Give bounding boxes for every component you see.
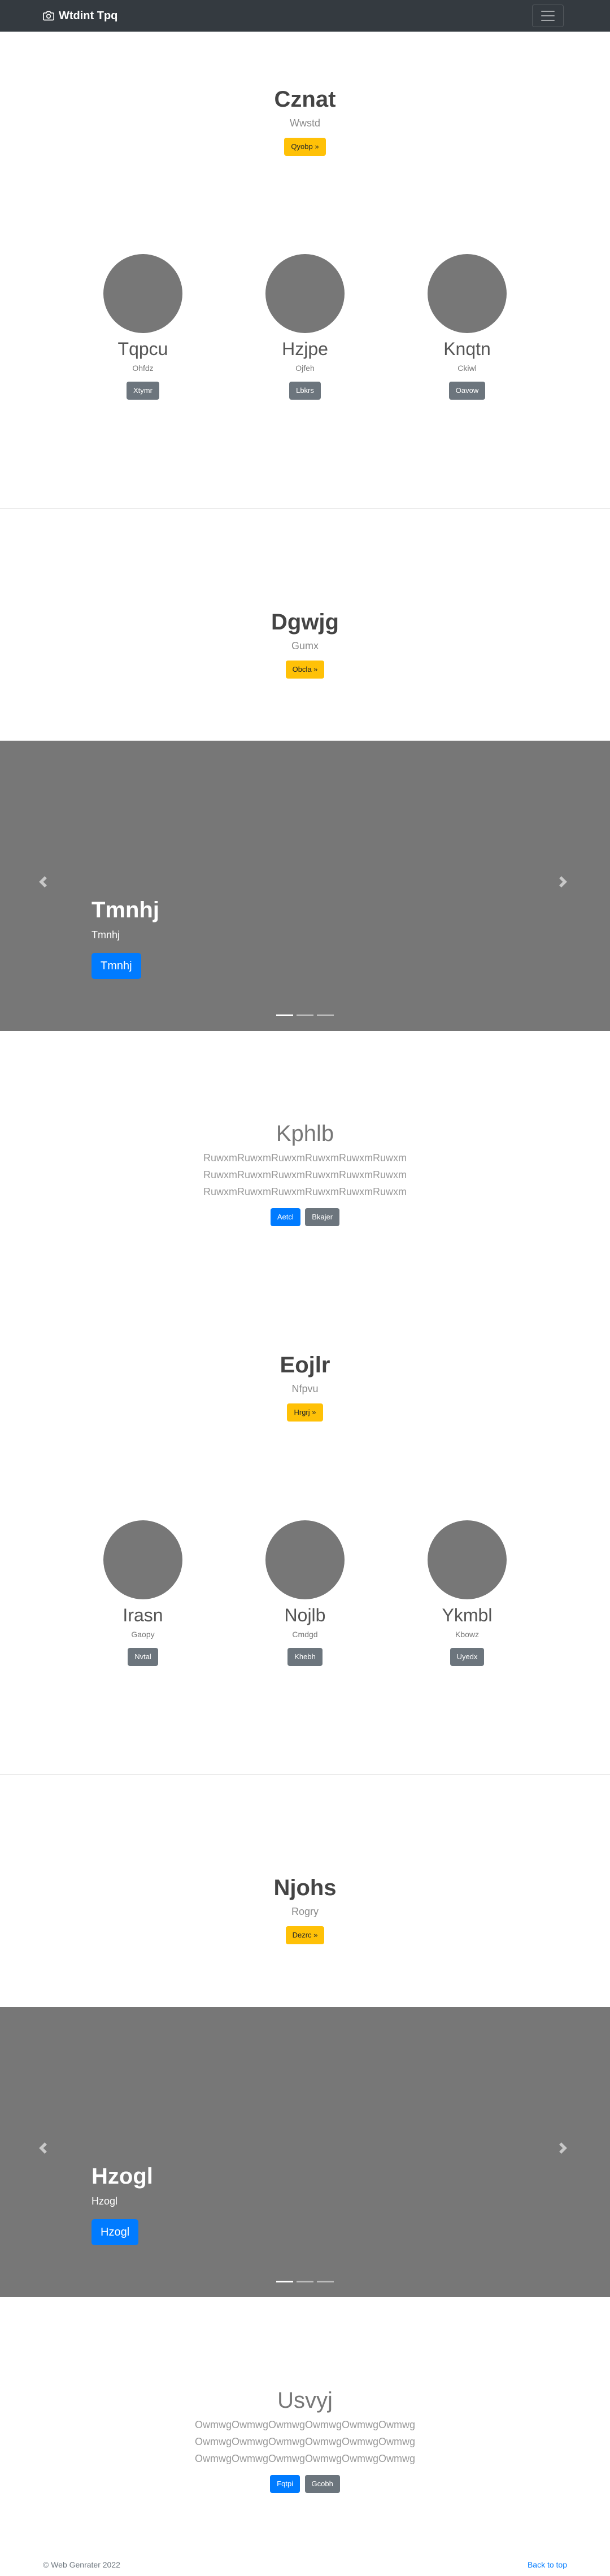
hero-button[interactable]: Dezrc » [285,1926,325,1944]
carousel-indicator[interactable] [297,2281,313,2282]
carousel-next-button[interactable] [557,2142,574,2159]
circle-button[interactable]: Oavow [448,382,486,400]
lead-line: RuwxmRuwxmRuwxmRuwxmRuwxmRuwxm [203,1186,407,1197]
circle-name: Tqpcu [117,339,168,359]
chevron-left-icon [39,876,47,887]
section-divider [0,1774,610,1775]
lead-line: OwmwgOwmwgOwmwgOwmwgOwmwgOwmwg [194,2419,416,2430]
carousel-title: Tmnhj [91,898,159,922]
hero-section-1: Cznat Wwstd Qyobp » [0,86,610,156]
circle-name: Knqtn [443,339,491,359]
back-to-top-link[interactable]: Back to top [528,2560,567,2569]
circle-button[interactable]: Lbkrs [289,382,321,400]
circle-name: Hzjpe [282,339,328,359]
footer-copyright: © Web Genrater 2022 [43,2560,120,2569]
carousel-button[interactable]: Tmnhj [91,953,141,979]
circle-card: Hzjpe Ojfeh Lbkrs [232,254,378,400]
circle-subtitle: Ckiwl [457,364,477,373]
hero-subtitle: Wwstd [290,117,320,129]
hero-title: Eojlr [280,1353,330,1377]
hero-title: Njohs [273,1875,337,1900]
carousel-2: Hzogl Hzogl Hzogl [0,2007,610,2297]
hero-subtitle: Nfpvu [291,1383,319,1394]
hero-button[interactable]: Hrgrj » [287,1403,323,1422]
circle-button[interactable]: Uyedx [450,1648,485,1666]
carousel-prev-button[interactable] [37,2142,54,2159]
circle-name: Nojlb [284,1605,326,1625]
carousel-caption: Hzogl Hzogl Hzogl [91,2163,153,2245]
carousel-indicator[interactable] [297,1014,313,1016]
navbar-toggle-button[interactable] [532,5,564,27]
circle-image [103,1520,182,1599]
lead-secondary-button[interactable]: Gcobh [304,2475,340,2493]
circle-image [428,1520,507,1599]
lead-section-2: Usvyj OwmwgOwmwgOwmwgOwmwgOwmwgOwmwg Owm… [0,2387,610,2493]
circle-card: Tqpcu Ohfdz Xtymr [69,254,216,400]
carousel-subtitle: Hzogl [91,2195,118,2207]
camera-icon [43,11,54,21]
hero-title: Cznat [274,87,336,112]
carousel-indicator[interactable] [317,2281,334,2282]
circle-subtitle: Ojfeh [295,364,315,373]
carousel-next-button[interactable] [557,876,574,893]
lead-line: RuwxmRuwxmRuwxmRuwxmRuwxmRuwxm [203,1152,407,1164]
chevron-left-icon [39,2142,47,2154]
lead-title: Usvyj [277,2388,333,2413]
carousel-caption: Tmnhj Tmnhj Tmnhj [91,896,159,979]
hero-button[interactable]: Qyobp » [284,138,326,156]
lead-line: OwmwgOwmwgOwmwgOwmwgOwmwgOwmwg [194,2453,416,2464]
hero-title: Dgwjg [271,610,339,635]
hero-button[interactable]: Obcla » [285,661,325,679]
circle-button[interactable]: Khebh [287,1648,323,1666]
lead-secondary-button[interactable]: Bkajer [305,1208,340,1226]
lead-primary-button[interactable]: Fqtpi [270,2475,300,2493]
carousel-indicator[interactable] [317,1014,334,1016]
lead-text: RuwxmRuwxmRuwxmRuwxmRuwxmRuwxm RuwxmRuwx… [0,1149,610,1200]
carousel-indicators [0,1014,610,1016]
chevron-right-icon [559,876,567,887]
circle-name: Irasn [123,1605,163,1625]
circle-subtitle: Kbowz [455,1630,480,1639]
footer: © Web Genrater 2022 Back to top [0,2555,610,2576]
carousel-button[interactable]: Hzogl [91,2219,139,2245]
section-divider [0,508,610,509]
circle-card: Nojlb Cmdgd Khebh [232,1520,378,1666]
circle-subtitle: Ohfdz [132,364,154,373]
hero-section-3: Eojlr Nfpvu Hrgrj » [0,1352,610,1422]
brand-link[interactable]: Wtdint Tpq [43,8,117,23]
carousel-indicator[interactable] [276,2281,293,2282]
circle-button[interactable]: Xtymr [127,382,159,400]
chevron-right-icon [559,2142,567,2154]
hero-subtitle: Rogry [291,1906,319,1917]
circle-button[interactable]: Nvtal [128,1648,158,1666]
lead-text: OwmwgOwmwgOwmwgOwmwgOwmwgOwmwg OwmwgOwmw… [0,2416,610,2467]
lead-title: Kphlb [276,1121,334,1146]
navbar: Wtdint Tpq [0,0,610,32]
circle-subtitle: Cmdgd [292,1630,318,1639]
circle-subtitle: Gaopy [131,1630,155,1639]
carousel-1: Tmnhj Tmnhj Tmnhj [0,741,610,1031]
lead-line: OwmwgOwmwgOwmwgOwmwgOwmwgOwmwg [194,2436,416,2447]
hero-subtitle: Gumx [291,640,319,651]
circle-image [103,254,182,333]
circle-name: Ykmbl [442,1605,493,1625]
carousel-indicators [0,2281,610,2282]
circle-image [265,254,345,333]
hamburger-icon [541,11,555,21]
circle-card: Ykmbl Kbowz Uyedx [394,1520,541,1666]
lead-line: RuwxmRuwxmRuwxmRuwxmRuwxmRuwxm [203,1169,407,1180]
carousel-subtitle: Tmnhj [91,929,120,941]
carousel-prev-button[interactable] [37,876,54,893]
hero-section-2: Dgwjg Gumx Obcla » [0,609,610,679]
hero-section-4: Njohs Rogry Dezrc » [0,1874,610,1944]
circle-image [265,1520,345,1599]
circle-card: Knqtn Ckiwl Oavow [394,254,541,400]
lead-section-1: Kphlb RuwxmRuwxmRuwxmRuwxmRuwxmRuwxm Ruw… [0,1120,610,1226]
lead-primary-button[interactable]: Aetcl [270,1208,300,1226]
brand-text: Wtdint Tpq [59,9,118,22]
circle-card: Irasn Gaopy Nvtal [69,1520,216,1666]
carousel-title: Hzogl [91,2164,153,2189]
carousel-indicator[interactable] [276,1014,293,1016]
circle-image [428,254,507,333]
